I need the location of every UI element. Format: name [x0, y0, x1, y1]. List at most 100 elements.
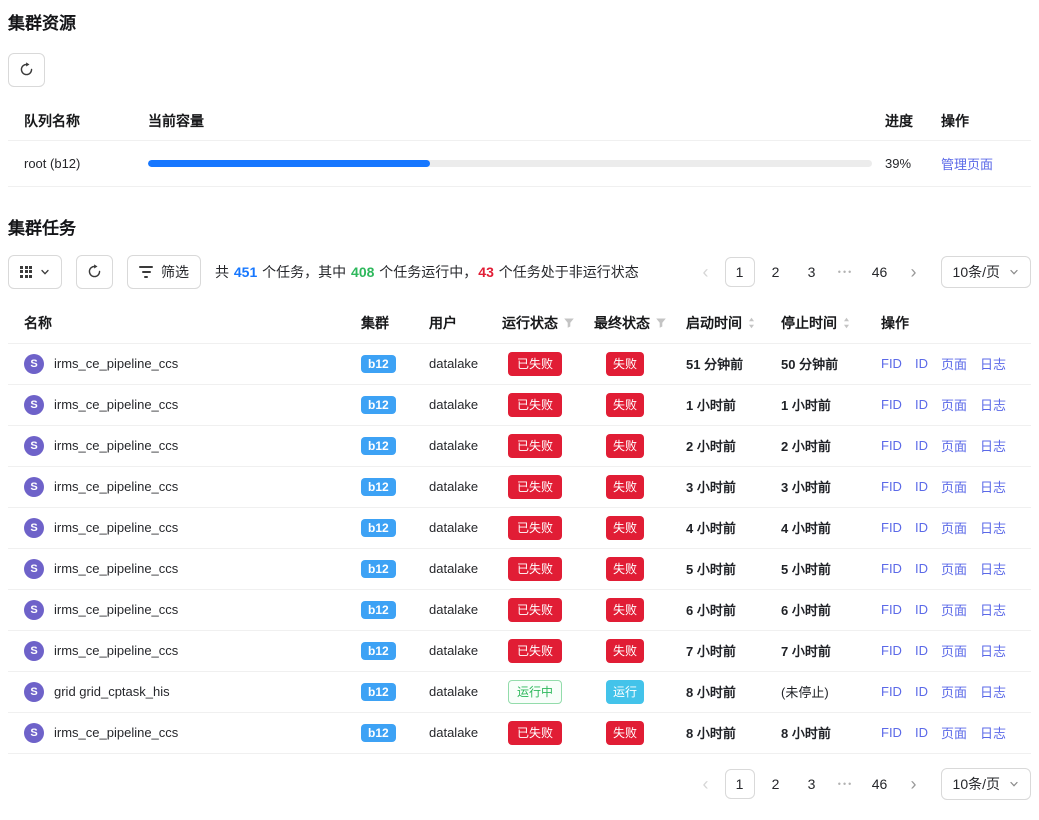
task-action-link-1[interactable]: FID — [881, 602, 902, 617]
task-user: datalake — [429, 356, 502, 371]
task-action-link-3[interactable]: 页面 — [941, 518, 967, 537]
start-time: 1 小时前 — [686, 395, 781, 414]
task-action-link-3[interactable]: 页面 — [941, 477, 967, 496]
spark-avatar-icon: S — [24, 477, 44, 497]
task-action-link-2[interactable]: ID — [915, 520, 928, 535]
task-action-link-3[interactable]: 页面 — [941, 723, 967, 742]
not-running-task-count: 43 — [478, 264, 494, 280]
manage-page-link[interactable]: 管理页面 — [941, 157, 993, 172]
task-action-link-3[interactable]: 页面 — [941, 559, 967, 578]
task-action-link-4[interactable]: 日志 — [980, 477, 1006, 496]
cluster-badge: b12 — [361, 683, 396, 701]
pagination-ellipsis[interactable]: ••• — [833, 779, 859, 789]
start-time: 4 小时前 — [686, 518, 781, 537]
pagination-page-2[interactable]: 2 — [761, 769, 791, 799]
task-name: irms_ce_pipeline_ccs — [54, 643, 178, 658]
task-row: S irms_ce_pipeline_ccs b12 datalake 已失败 … — [8, 467, 1031, 508]
resources-header-capacity: 当前容量 — [148, 111, 885, 131]
task-action-link-3[interactable]: 页面 — [941, 600, 967, 619]
task-action-link-1[interactable]: FID — [881, 479, 902, 494]
cluster-resources-title: 集群资源 — [8, 12, 1031, 36]
task-action-link-3[interactable]: 页面 — [941, 395, 967, 414]
task-user: datalake — [429, 684, 502, 699]
task-action-link-2[interactable]: ID — [915, 725, 928, 740]
task-action-link-1[interactable]: FID — [881, 397, 902, 412]
run-status-badge: 运行中 — [508, 680, 562, 704]
filter-button-label: 筛选 — [161, 262, 189, 282]
start-time: 2 小时前 — [686, 436, 781, 455]
task-action-link-4[interactable]: 日志 — [980, 395, 1006, 414]
tasks-refresh-button[interactable] — [76, 255, 113, 289]
task-action-link-2[interactable]: ID — [915, 602, 928, 617]
filter-funnel-icon[interactable] — [563, 317, 575, 329]
start-time: 3 小时前 — [686, 477, 781, 496]
sort-icon[interactable] — [842, 316, 851, 330]
filter-funnel-icon[interactable] — [655, 317, 667, 329]
task-action-link-2[interactable]: ID — [915, 479, 928, 494]
task-action-link-3[interactable]: 页面 — [941, 682, 967, 701]
resources-refresh-button[interactable] — [8, 53, 45, 87]
row-actions: FID ID 页面日志 — [873, 436, 1031, 455]
task-action-link-4[interactable]: 日志 — [980, 682, 1006, 701]
task-action-link-1[interactable]: FID — [881, 520, 902, 535]
task-name: irms_ce_pipeline_ccs — [54, 356, 178, 371]
pagination-page-3[interactable]: 3 — [797, 257, 827, 287]
task-action-link-3[interactable]: 页面 — [941, 436, 967, 455]
task-action-link-2[interactable]: ID — [915, 643, 928, 658]
stop-time: 4 小时前 — [781, 518, 873, 537]
filter-button[interactable]: 筛选 — [127, 255, 201, 289]
refresh-icon — [19, 62, 34, 77]
task-action-link-3[interactable]: 页面 — [941, 641, 967, 660]
progress-percent: 39% — [885, 156, 933, 171]
task-action-link-2[interactable]: ID — [915, 561, 928, 576]
pagination-next[interactable]: › — [901, 263, 927, 281]
page-size-select[interactable]: 10条/页 — [941, 768, 1031, 800]
task-action-link-1[interactable]: FID — [881, 643, 902, 658]
task-action-link-1[interactable]: FID — [881, 725, 902, 740]
spark-avatar-icon: S — [24, 395, 44, 415]
task-action-link-1[interactable]: FID — [881, 561, 902, 576]
task-action-link-2[interactable]: ID — [915, 397, 928, 412]
resources-header-progress: 进度 — [885, 111, 933, 131]
final-status-badge: 失败 — [606, 475, 644, 499]
task-action-link-1[interactable]: FID — [881, 438, 902, 453]
pagination-page-3[interactable]: 3 — [797, 769, 827, 799]
task-user: datalake — [429, 561, 502, 576]
pagination-page-46[interactable]: 46 — [865, 769, 895, 799]
task-action-link-4[interactable]: 日志 — [980, 641, 1006, 660]
pagination-page-1[interactable]: 1 — [725, 769, 755, 799]
tasks-header-user: 用户 — [429, 313, 502, 333]
task-action-link-1[interactable]: FID — [881, 684, 902, 699]
task-action-link-4[interactable]: 日志 — [980, 518, 1006, 537]
task-action-link-4[interactable]: 日志 — [980, 436, 1006, 455]
task-action-link-2[interactable]: ID — [915, 356, 928, 371]
task-action-link-4[interactable]: 日志 — [980, 723, 1006, 742]
cluster-badge: b12 — [361, 519, 396, 537]
task-action-link-2[interactable]: ID — [915, 438, 928, 453]
refresh-icon — [87, 264, 102, 279]
task-action-link-2[interactable]: ID — [915, 684, 928, 699]
spark-avatar-icon: S — [24, 682, 44, 702]
pagination-page-2[interactable]: 2 — [761, 257, 791, 287]
pagination-ellipsis[interactable]: ••• — [833, 267, 859, 277]
task-action-link-4[interactable]: 日志 — [980, 354, 1006, 373]
page-size-select[interactable]: 10条/页 — [941, 256, 1031, 288]
filter-icon — [139, 266, 153, 278]
queue-name: root (b12) — [8, 156, 148, 171]
task-action-link-3[interactable]: 页面 — [941, 354, 967, 373]
sort-icon[interactable] — [747, 316, 756, 330]
pagination-top-slot: ‹ 1 2 3 ••• 46 › 10条/页 — [693, 256, 1031, 288]
pagination-page-46[interactable]: 46 — [865, 257, 895, 287]
task-user: datalake — [429, 438, 502, 453]
cluster-badge: b12 — [361, 396, 396, 414]
task-action-link-4[interactable]: 日志 — [980, 600, 1006, 619]
run-status-badge: 已失败 — [508, 516, 562, 540]
pagination-page-1[interactable]: 1 — [725, 257, 755, 287]
task-action-link-4[interactable]: 日志 — [980, 559, 1006, 578]
task-row: S irms_ce_pipeline_ccs b12 datalake 已失败 … — [8, 549, 1031, 590]
pagination-prev[interactable]: ‹ — [693, 263, 719, 281]
task-action-link-1[interactable]: FID — [881, 356, 902, 371]
task-row: S grid grid_cptask_his b12 datalake 运行中 … — [8, 672, 1031, 713]
column-settings-button[interactable] — [8, 255, 62, 289]
final-status-badge: 失败 — [606, 434, 644, 458]
